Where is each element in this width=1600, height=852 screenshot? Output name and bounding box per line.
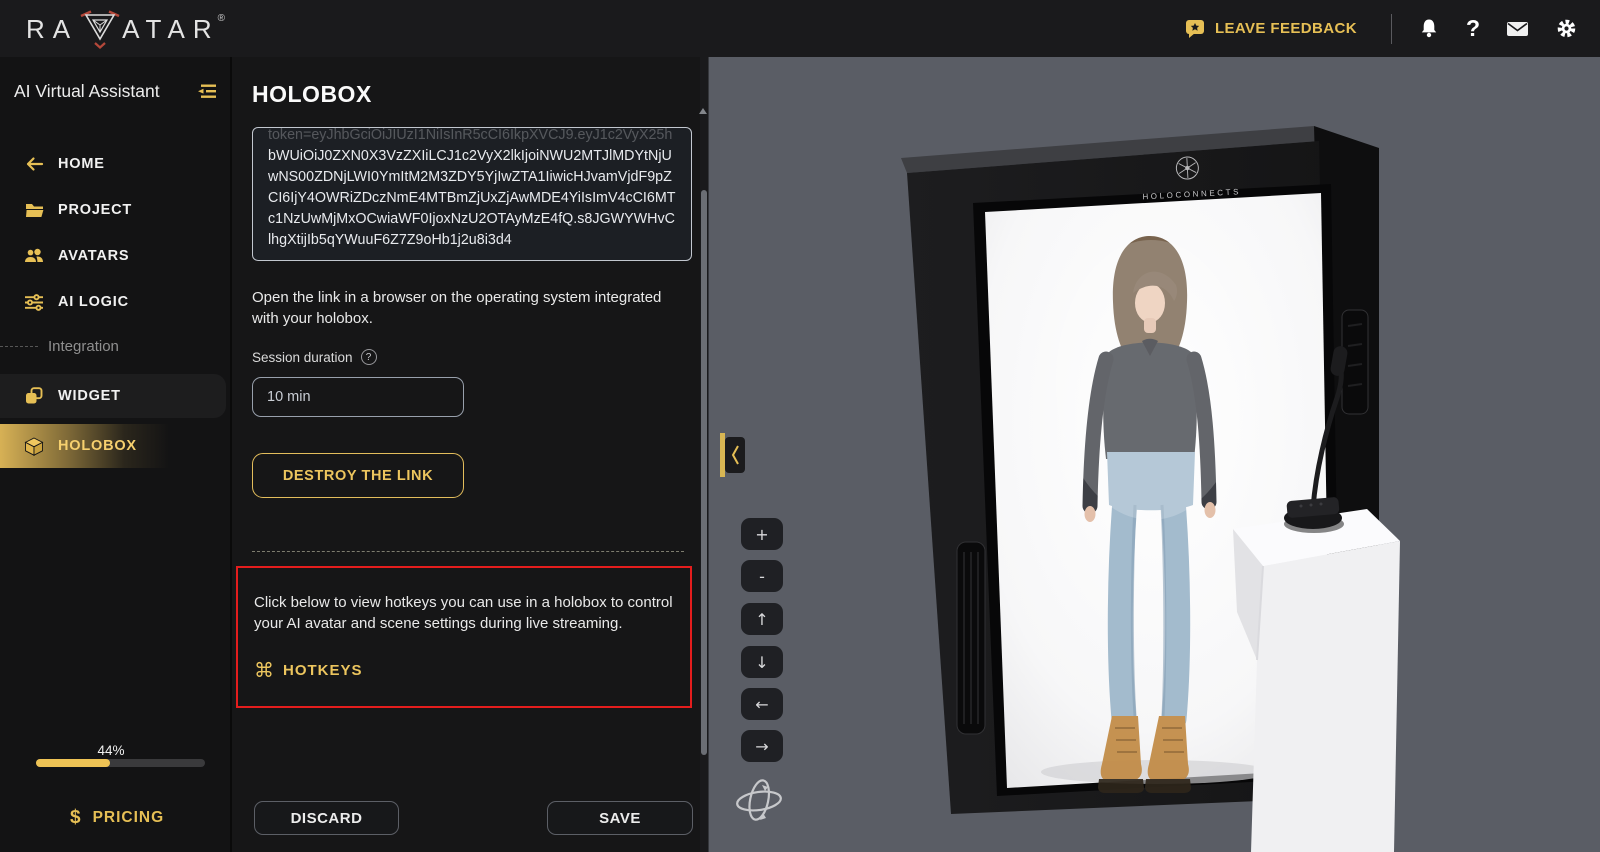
menu-collapse-icon[interactable]	[196, 83, 217, 105]
panel-scrollbar-track[interactable]	[699, 57, 708, 852]
zoom-in-button[interactable]: +	[741, 518, 783, 550]
usage-progress-fill	[36, 759, 111, 767]
token-line: CI6IjY4OWRiZDczNmE4MTBmZjUxZjAwMDE4YiIsI…	[268, 190, 676, 206]
bell-icon[interactable]	[1418, 18, 1440, 39]
panel-scrollbar-thumb[interactable]	[701, 190, 707, 755]
hotkeys-button[interactable]: ⌘ HOTKEYS	[254, 660, 363, 680]
cabinet-left-grille	[956, 541, 986, 735]
session-duration-row: Session duration ?	[252, 349, 377, 365]
sidebar-item-widget[interactable]: WIDGET	[0, 374, 226, 418]
token-line: lhgXtijIb5qYWuuF6Z7Z9oHb1j2u8i3d4	[268, 232, 512, 248]
usage-progress-label: 44%	[97, 743, 125, 758]
sidebar-title: AI Virtual Assistant	[14, 81, 160, 101]
token-line: c1NzUwMjMxOCwiaWF0IjoxNzU2OTAyMzE4fQ.s8J…	[268, 211, 675, 227]
mail-icon[interactable]	[1506, 20, 1529, 38]
zoom-out-button[interactable]: -	[741, 560, 783, 592]
move-up-button[interactable]: ↑	[741, 603, 783, 635]
hotkeys-label: HOTKEYS	[283, 661, 363, 679]
logo-registered-mark: ®	[217, 12, 225, 24]
holobox-3d-viewport[interactable]: HOLOCONNECTS + - ↑ ↓ ← →	[708, 57, 1600, 852]
folder-icon	[24, 202, 44, 218]
sidebar-item-label: HOLOBOX	[58, 438, 137, 454]
sidebar-item-project[interactable]: PROJECT	[0, 188, 226, 232]
topbar-right: LEAVE FEEDBACK ?	[1184, 13, 1578, 44]
sidebar: AI Virtual Assistant HOME PROJECT AVATAR…	[0, 57, 230, 852]
hotkeys-highlight-box: Click below to view hotkeys you can use …	[236, 566, 692, 708]
move-right-button[interactable]: →	[741, 730, 783, 762]
pricing-button[interactable]: $ PRICING	[70, 807, 164, 829]
logo-text-right: ATAR	[122, 13, 220, 44]
session-duration-help-icon[interactable]: ?	[360, 349, 377, 365]
holobox-settings-panel: HOLOBOX token=eyJhbGciOiJIUzI1NiIsInR5cC…	[230, 57, 708, 852]
gear-icon[interactable]	[1555, 17, 1578, 40]
discard-button[interactable]: DISCARD	[254, 801, 399, 835]
dollar-icon: $	[70, 807, 81, 828]
scrollbar-up-arrow[interactable]	[699, 108, 707, 114]
cube-icon	[24, 436, 44, 456]
command-icon: ⌘	[254, 658, 274, 682]
sidebar-item-home[interactable]: HOME	[0, 142, 226, 186]
sidebar-item-label: HOME	[58, 156, 105, 172]
token-line-faded: token=eyJhbGciOiJIUzI1NiIsInR5cCI6IkpXVC…	[268, 127, 673, 143]
session-duration-input[interactable]	[252, 377, 464, 417]
help-icon[interactable]: ?	[1466, 15, 1480, 42]
chevron-left-icon	[731, 445, 739, 465]
sidebar-item-label: PROJECT	[58, 202, 133, 218]
usage-progress-bar	[36, 759, 205, 767]
sidebar-header: AI Virtual Assistant	[0, 57, 230, 127]
sidebar-item-label: WIDGET	[58, 388, 121, 404]
token-line: bWUiOiJ0ZXN0X3VzZXIiLCJ1c2VyX2lkIjoiNWU2…	[268, 148, 672, 164]
logo-text-left: RA	[26, 13, 79, 44]
save-button[interactable]: SAVE	[547, 801, 693, 835]
sidebar-item-holobox[interactable]: HOLOBOX	[0, 424, 226, 468]
ravatar-logo[interactable]: RA ATAR ®	[26, 9, 225, 49]
sidebar-item-label: AVATARS	[58, 248, 130, 264]
topbar: RA ATAR ® LEAVE FEEDBACK ?	[0, 0, 1600, 57]
section-dashed-line	[0, 345, 38, 347]
feedback-icon	[1185, 19, 1204, 38]
people-icon	[24, 248, 44, 264]
move-left-button[interactable]: ←	[741, 688, 783, 720]
dashed-divider	[252, 551, 684, 552]
panel-collapse-button[interactable]	[725, 437, 745, 473]
ravatar-triangle-icon	[80, 9, 120, 49]
page-title: HOLOBOX	[252, 81, 372, 107]
back-arrow-icon	[24, 156, 44, 172]
topbar-divider	[1390, 13, 1392, 44]
move-down-button[interactable]: ↓	[741, 646, 783, 678]
sidebar-section-integration: Integration	[0, 324, 226, 368]
hotkeys-description: Click below to view hotkeys you can use …	[254, 594, 673, 632]
destroy-link-button[interactable]: DESTROY THE LINK	[252, 453, 464, 498]
leave-feedback-label: LEAVE FEEDBACK	[1214, 20, 1357, 37]
sidebar-item-ai-logic[interactable]: AI LOGIC	[0, 280, 226, 324]
token-line: wNS00ZDNjLWI0YmItM2M3ZDY5YjIwZTA1IiwicHJ…	[268, 169, 672, 185]
holobox-link-token-field[interactable]: token=eyJhbGciOiJIUzI1NiIsInR5cCI6IkpXVC…	[252, 127, 692, 261]
widget-icon	[24, 387, 44, 405]
sidebar-item-label: AI LOGIC	[58, 294, 129, 310]
section-label: Integration	[48, 337, 119, 355]
pricing-label: PRICING	[92, 809, 165, 826]
leave-feedback-button[interactable]: LEAVE FEEDBACK	[1184, 19, 1357, 39]
app-root: RA ATAR ® LEAVE FEEDBACK ? AI Virtual As…	[0, 0, 1600, 852]
session-duration-label: Session duration	[252, 349, 353, 365]
open-link-instruction: Open the link in a browser on the operat…	[252, 289, 662, 327]
sidebar-item-avatars[interactable]: AVATARS	[0, 234, 226, 278]
sliders-icon	[24, 293, 44, 311]
orbit-rotate-icon	[736, 779, 782, 821]
holobox-3d-preview[interactable]: HOLOCONNECTS	[709, 57, 1600, 852]
podium	[1233, 509, 1400, 852]
